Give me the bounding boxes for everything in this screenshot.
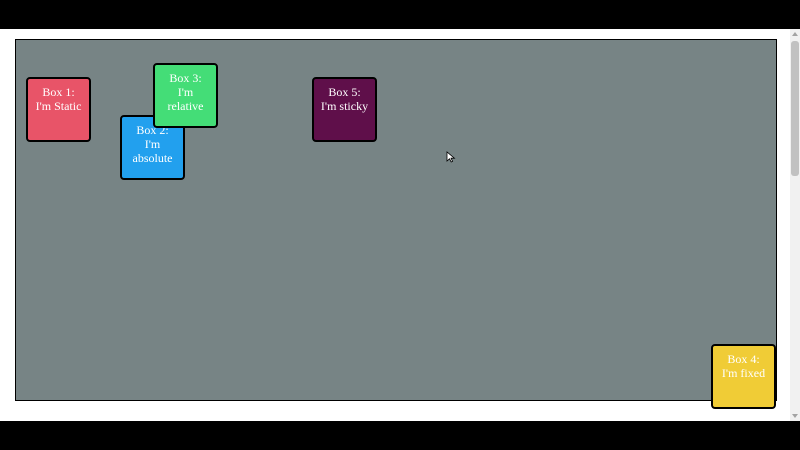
position-demo-container: Box 1: I'm Static Box 2: I'm absolute Bo… bbox=[15, 39, 777, 401]
box-4-title: Box 4: bbox=[727, 352, 760, 366]
vertical-scrollbar[interactable] bbox=[790, 29, 800, 421]
scroll-up-arrow-icon[interactable] bbox=[792, 32, 798, 36]
box-3-relative: Box 3: I'm relative bbox=[153, 63, 218, 128]
box-1-static: Box 1: I'm Static bbox=[26, 77, 91, 142]
box-2-caption-line1: I'm bbox=[144, 137, 161, 151]
box-5-caption: I'm sticky bbox=[320, 99, 369, 113]
box-5-title: Box 5: bbox=[328, 85, 361, 99]
box-1-title: Box 1: bbox=[42, 85, 75, 99]
box-2-caption-line2: absolute bbox=[132, 151, 173, 165]
box-4-fixed: Box 4: I'm fixed bbox=[711, 344, 776, 409]
box-1-caption: I'm Static bbox=[35, 99, 82, 113]
scroll-down-arrow-icon[interactable] bbox=[792, 414, 798, 418]
box-3-title: Box 3: bbox=[169, 71, 202, 85]
browser-viewport: Box 1: I'm Static Box 2: I'm absolute Bo… bbox=[0, 29, 800, 421]
box-3-caption-line2: relative bbox=[167, 99, 204, 113]
mouse-pointer-icon bbox=[446, 151, 456, 163]
scrollbar-thumb[interactable] bbox=[791, 41, 799, 176]
box-4-caption: I'm fixed bbox=[721, 366, 766, 380]
box-3-caption-line1: I'm bbox=[177, 85, 194, 99]
box-5-sticky: Box 5: I'm sticky bbox=[312, 77, 377, 142]
